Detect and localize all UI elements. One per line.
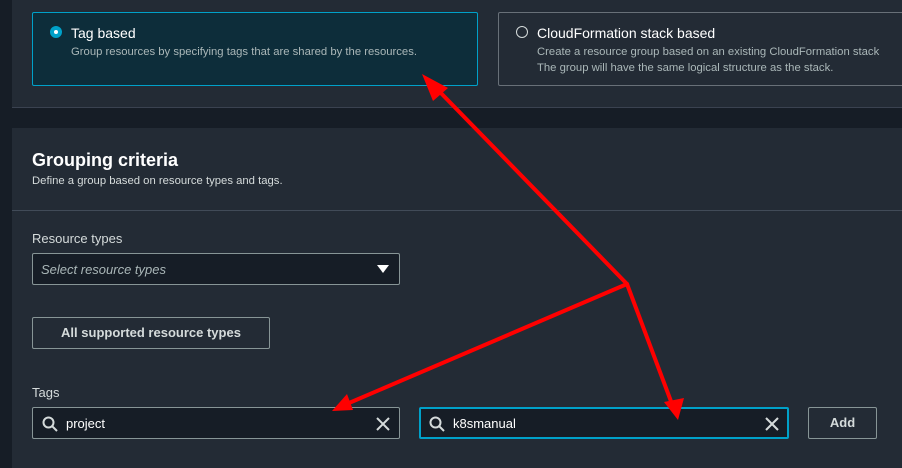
section-title: Grouping criteria [32, 150, 179, 170]
resource-types-select[interactable]: Select resource types [32, 253, 400, 285]
tag-key-input[interactable]: project [32, 407, 400, 439]
resource-types-placeholder: Select resource types [41, 262, 167, 277]
section-description: Define a group based on resource types a… [32, 175, 283, 187]
tags-label: Tags [32, 385, 60, 400]
cloudformation-description-line1: Create a resource group based on an exis… [537, 46, 880, 58]
tag-based-description: Group resources by specifying tags that … [71, 46, 417, 58]
caret-down-icon [377, 265, 389, 273]
search-icon [42, 416, 58, 432]
tag-based-title: Tag based [71, 25, 136, 41]
all-resource-types-button[interactable]: All supported resource types [32, 317, 270, 349]
cloudformation-description-line2: The group will have the same logical str… [537, 62, 834, 74]
tag-based-option[interactable]: Tag based Group resources by specifying … [32, 12, 478, 86]
add-tag-button[interactable]: Add [808, 407, 877, 439]
tag-value-value: k8smanual [453, 416, 516, 431]
cloudformation-option[interactable]: CloudFormation stack based Create a reso… [498, 12, 902, 86]
search-icon [429, 416, 445, 432]
close-icon[interactable] [764, 416, 780, 432]
tag-value-input[interactable]: k8smanual [419, 407, 789, 439]
section-divider [12, 210, 902, 211]
close-icon[interactable] [375, 416, 391, 432]
tag-key-value: project [66, 416, 106, 431]
tag-based-radio[interactable] [50, 26, 62, 38]
cloudformation-radio[interactable] [516, 26, 528, 38]
cloudformation-title: CloudFormation stack based [537, 25, 716, 41]
cloudformation-description: Create a resource group based on an exis… [537, 44, 879, 76]
resource-types-label: Resource types [32, 231, 123, 246]
